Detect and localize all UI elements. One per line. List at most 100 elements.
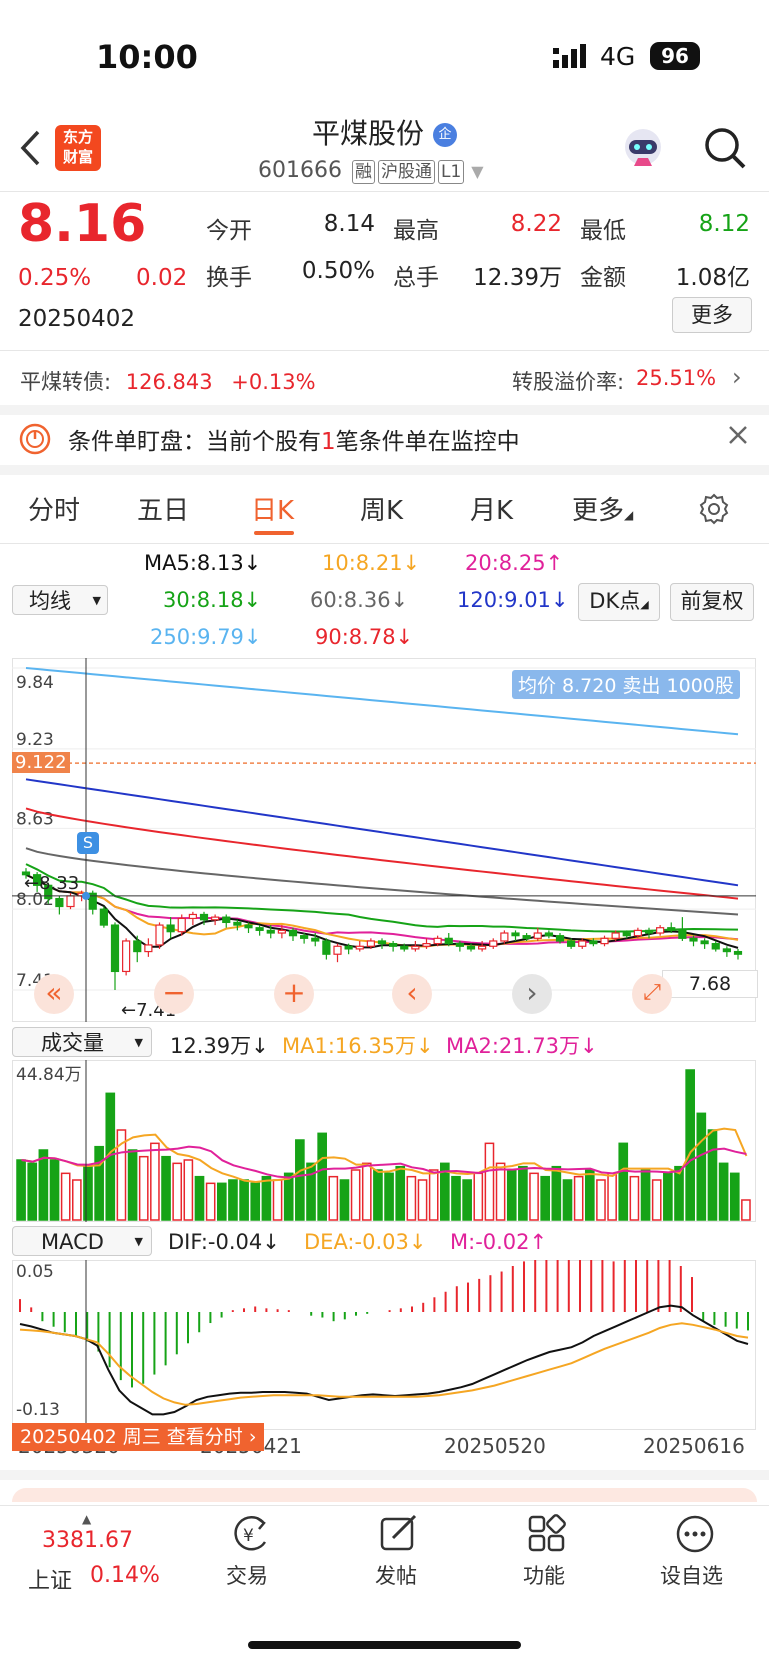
- ma-selector[interactable]: 均线 ▼: [12, 585, 108, 615]
- volume-bar: [306, 1162, 316, 1221]
- volume-bar: [138, 1155, 149, 1221]
- candle-body: [555, 935, 565, 942]
- function-label[interactable]: 功能: [523, 1560, 565, 1590]
- ma120-legend: 120:9.01↓: [457, 588, 569, 612]
- change-amount: 0.02: [136, 265, 188, 291]
- more-button[interactable]: 更多: [672, 297, 752, 333]
- candle-body: [700, 940, 709, 945]
- trade-icon[interactable]: ¥: [229, 1514, 271, 1558]
- macd-selector[interactable]: MACD ▼: [12, 1226, 152, 1256]
- post-label[interactable]: 发帖: [375, 1560, 417, 1590]
- volume-bar: [295, 1139, 305, 1221]
- ma5-legend: MA5:8.13↓: [144, 551, 262, 575]
- tab-more[interactable]: 更多◢: [572, 490, 633, 527]
- volume-bar: [127, 1149, 138, 1221]
- candle-body: [99, 908, 108, 926]
- premium-value: 25.51%: [636, 366, 717, 390]
- candle-body: [288, 929, 298, 937]
- promo-banner-edge: [12, 1488, 757, 1502]
- post-icon[interactable]: [379, 1514, 419, 1558]
- volume-bar: [451, 1175, 461, 1221]
- index-value[interactable]: 3381.67: [42, 1528, 133, 1553]
- kline-chart[interactable]: 9.849.238.638.027.41: [12, 658, 756, 1022]
- volume-bar: [741, 1199, 751, 1221]
- premium-label: 转股溢价率:: [512, 370, 625, 394]
- volume-bar: [462, 1179, 472, 1221]
- candle-body: [622, 932, 631, 937]
- candle-body: [600, 937, 609, 945]
- dk-point-button[interactable]: DK点◢: [578, 583, 660, 621]
- sell-signal-marker[interactable]: S: [77, 832, 99, 854]
- volume-ymax-label: 44.84万: [16, 1065, 82, 1085]
- add-watchlist-label[interactable]: 设自选: [660, 1560, 723, 1590]
- volume-bar: [685, 1069, 695, 1221]
- search-icon[interactable]: [703, 126, 747, 174]
- ma60-legend: 60:8.36↓: [310, 588, 409, 612]
- volume-chart[interactable]: 44.84万: [12, 1060, 756, 1222]
- signal-icon: [553, 44, 587, 72]
- ma30-legend: 30:8.18↓: [163, 588, 262, 612]
- tab-daily-k[interactable]: 日K: [251, 490, 294, 527]
- move-right-icon[interactable]: ›: [512, 974, 552, 1014]
- fullscreen-icon[interactable]: ⤢: [632, 974, 672, 1014]
- amount-label: 金额: [580, 265, 626, 291]
- candle-body: [133, 940, 142, 953]
- volume-value: 12.39万: [473, 265, 562, 291]
- zoom-out-icon[interactable]: −: [154, 974, 194, 1014]
- candle-body: [155, 924, 164, 946]
- index-change[interactable]: 0.14%: [90, 1563, 160, 1588]
- candle-body: [322, 940, 331, 955]
- volume-bar: [49, 1159, 60, 1221]
- condition-alert-text[interactable]: 条件单盯盘：当前个股有1笔条件单在监控中: [68, 422, 520, 456]
- trade-label[interactable]: 交易: [226, 1560, 268, 1590]
- candle-body: [466, 945, 476, 950]
- zoom-in-icon[interactable]: +: [274, 974, 314, 1014]
- adjust-price-button[interactable]: 前复权: [670, 583, 754, 621]
- candle-body: [222, 916, 231, 924]
- bond-label: 平煤转债:: [20, 370, 112, 394]
- more-dots-icon[interactable]: [675, 1514, 715, 1558]
- candle-body: [455, 943, 464, 947]
- avg-price-note: 均价 8.720 卖出 1000股: [512, 670, 740, 699]
- volume-selector[interactable]: 成交量 ▼: [12, 1027, 152, 1057]
- volume-bar: [205, 1182, 216, 1221]
- settings-gear-icon[interactable]: [697, 492, 731, 530]
- bond-row[interactable]: 平煤转债: 126.843 +0.13% 转股溢价率: 25.51% ›: [20, 363, 750, 396]
- volume-bar: [718, 1162, 729, 1221]
- candle-body: [411, 945, 420, 950]
- index-name[interactable]: 上证: [28, 1563, 72, 1595]
- volume-bar: [373, 1169, 383, 1221]
- function-grid-icon[interactable]: [527, 1514, 567, 1558]
- volume-bar: [406, 1175, 417, 1221]
- alarm-icon: [18, 422, 52, 460]
- tab-intraday[interactable]: 分时: [28, 490, 80, 527]
- move-left-icon[interactable]: ‹: [392, 974, 432, 1014]
- volume-bar: [584, 1169, 595, 1221]
- volume-bar: [194, 1175, 205, 1221]
- x-label-3: 20250520: [444, 1434, 546, 1458]
- candle-body: [400, 945, 409, 950]
- tab-five-day[interactable]: 五日: [137, 490, 189, 527]
- robot-assistant-icon[interactable]: [620, 126, 666, 176]
- scroll-left-icon[interactable]: «: [34, 974, 74, 1014]
- svg-text:¥: ¥: [243, 1526, 254, 1546]
- ma250-legend: 250:9.79↓: [150, 625, 262, 649]
- amount-value: 1.08亿: [675, 265, 750, 291]
- candle-body: [344, 945, 353, 950]
- volume-bar: [228, 1179, 238, 1221]
- volume-bar: [618, 1142, 629, 1221]
- macd-chart[interactable]: [12, 1260, 756, 1430]
- volume-bar: [272, 1179, 283, 1221]
- volume-bar: [384, 1172, 394, 1221]
- volume-bar: [16, 1159, 26, 1221]
- volume-bar: [339, 1179, 350, 1221]
- tab-weekly-k[interactable]: 周K: [360, 490, 403, 527]
- cursor-date-label[interactable]: 20250402 周三 查看分时 ›: [12, 1423, 265, 1451]
- tag-level: L1: [437, 160, 465, 184]
- tag-connect: 沪股通: [377, 160, 435, 184]
- candle-body: [722, 948, 731, 953]
- close-icon[interactable]: [727, 424, 749, 450]
- candle-body: [166, 924, 175, 933]
- tab-monthly-k[interactable]: 月K: [470, 490, 513, 527]
- candle-body: [667, 927, 676, 931]
